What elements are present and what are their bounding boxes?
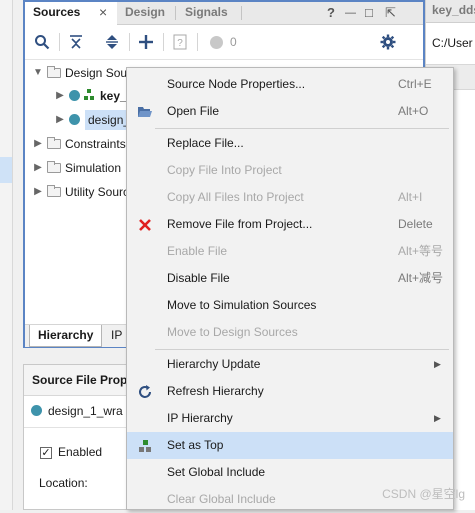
search-icon[interactable] [33, 33, 51, 51]
chevron-right-icon[interactable]: ▶ [55, 108, 65, 132]
enabled-label: Enabled [58, 445, 103, 459]
chevron-right-icon[interactable]: ▶ [33, 132, 43, 156]
menu-item-copy-all-files[interactable]: Copy All Files Into Project Alt+I [127, 184, 453, 211]
properties-icon[interactable]: ? [171, 33, 189, 51]
menu-item-move-to-simulation[interactable]: Move to Simulation Sources [127, 292, 453, 319]
status-counter: 0 [230, 35, 237, 49]
tree-label-constraints: Constraints [65, 137, 126, 151]
close-icon[interactable]: × [99, 2, 107, 22]
set-top-icon [137, 438, 153, 454]
tab-hierarchy[interactable]: Hierarchy [29, 325, 103, 347]
left-strip-selection [0, 157, 12, 183]
menu-item-set-global-include[interactable]: Set Global Include [127, 459, 453, 486]
expand-all-icon[interactable] [103, 33, 121, 51]
left-panel-strip [0, 0, 13, 510]
menu-item-enable-file[interactable]: Enable File Alt+等号 [127, 238, 453, 265]
tree-label-utility: Utility Sourc [65, 185, 130, 199]
tree-label-key: key_ [100, 89, 127, 103]
chevron-right-icon[interactable]: ▶ [55, 84, 65, 108]
location-label: Location: [39, 476, 88, 490]
menu-item-refresh-hierarchy[interactable]: Refresh Hierarchy [127, 378, 453, 405]
chevron-right-icon[interactable]: ▶ [33, 156, 43, 180]
tab-signals[interactable]: Signals [177, 2, 236, 24]
chevron-down-icon[interactable]: ▼ [33, 61, 43, 85]
source-dot-icon [69, 114, 80, 125]
help-icon[interactable]: ? [327, 5, 335, 20]
submenu-arrow-icon: ▶ [434, 413, 441, 423]
tab-divider [175, 6, 176, 20]
tab-sources[interactable]: Sources × [25, 2, 117, 25]
menu-item-replace-file[interactable]: Replace File... [127, 130, 453, 157]
hierarchy-top-icon [84, 89, 94, 101]
menu-separator [155, 128, 449, 129]
folder-icon [47, 137, 61, 149]
tab-design[interactable]: Design [117, 2, 173, 24]
tab-sources-label: Sources [33, 5, 81, 19]
tab-key-ddsa[interactable]: key_ddsa [426, 0, 475, 23]
file-path: C:/User [432, 36, 473, 50]
folder-icon [47, 185, 61, 197]
open-file-icon [137, 104, 153, 120]
gear-icon[interactable] [379, 33, 397, 51]
source-dot-icon [31, 405, 42, 416]
tab-divider [241, 6, 242, 20]
sources-toolbar: ? 0 [25, 25, 423, 60]
menu-item-set-as-top[interactable]: Set as Top [127, 432, 453, 459]
restore-icon[interactable]: □ [365, 5, 373, 20]
submenu-arrow-icon: ▶ [434, 359, 441, 369]
svg-text:?: ? [177, 38, 183, 49]
tree-label-simulation: Simulation [65, 161, 122, 175]
properties-file-name: design_1_wra [48, 404, 123, 418]
menu-item-disable-file[interactable]: Disable File Alt+减号 [127, 265, 453, 292]
context-menu: Source Node Properties... Ctrl+E Open Fi… [126, 67, 454, 510]
folder-icon [47, 161, 61, 173]
sources-tabbar: Sources × Design Signals ? — □ ⇱ [25, 2, 423, 25]
enabled-checkbox[interactable]: ✓ [40, 447, 52, 459]
menu-item-move-to-design[interactable]: Move to Design Sources [127, 319, 453, 346]
source-dot-icon [69, 90, 80, 101]
add-source-icon[interactable] [137, 33, 155, 51]
menu-item-open-file[interactable]: Open File Alt+O [127, 98, 453, 125]
menu-item-copy-file-into-project[interactable]: Copy File Into Project [127, 157, 453, 184]
folder-icon [47, 66, 61, 78]
menu-item-source-node-properties[interactable]: Source Node Properties... Ctrl+E [127, 71, 453, 98]
status-dot-icon [207, 33, 225, 51]
menu-separator [155, 349, 449, 350]
float-icon[interactable]: ⇱ [385, 5, 396, 21]
remove-icon [137, 217, 153, 233]
minimize-icon[interactable]: — [345, 7, 356, 19]
watermark: CSDN @星空lg [382, 487, 465, 501]
collapse-all-icon[interactable] [67, 33, 85, 51]
refresh-icon [137, 384, 153, 400]
menu-item-remove-file[interactable]: Remove File from Project... Delete [127, 211, 453, 238]
menu-item-hierarchy-update[interactable]: Hierarchy Update ▶ [127, 351, 453, 378]
chevron-right-icon[interactable]: ▶ [33, 180, 43, 204]
menu-item-ip-hierarchy[interactable]: IP Hierarchy ▶ [127, 405, 453, 432]
